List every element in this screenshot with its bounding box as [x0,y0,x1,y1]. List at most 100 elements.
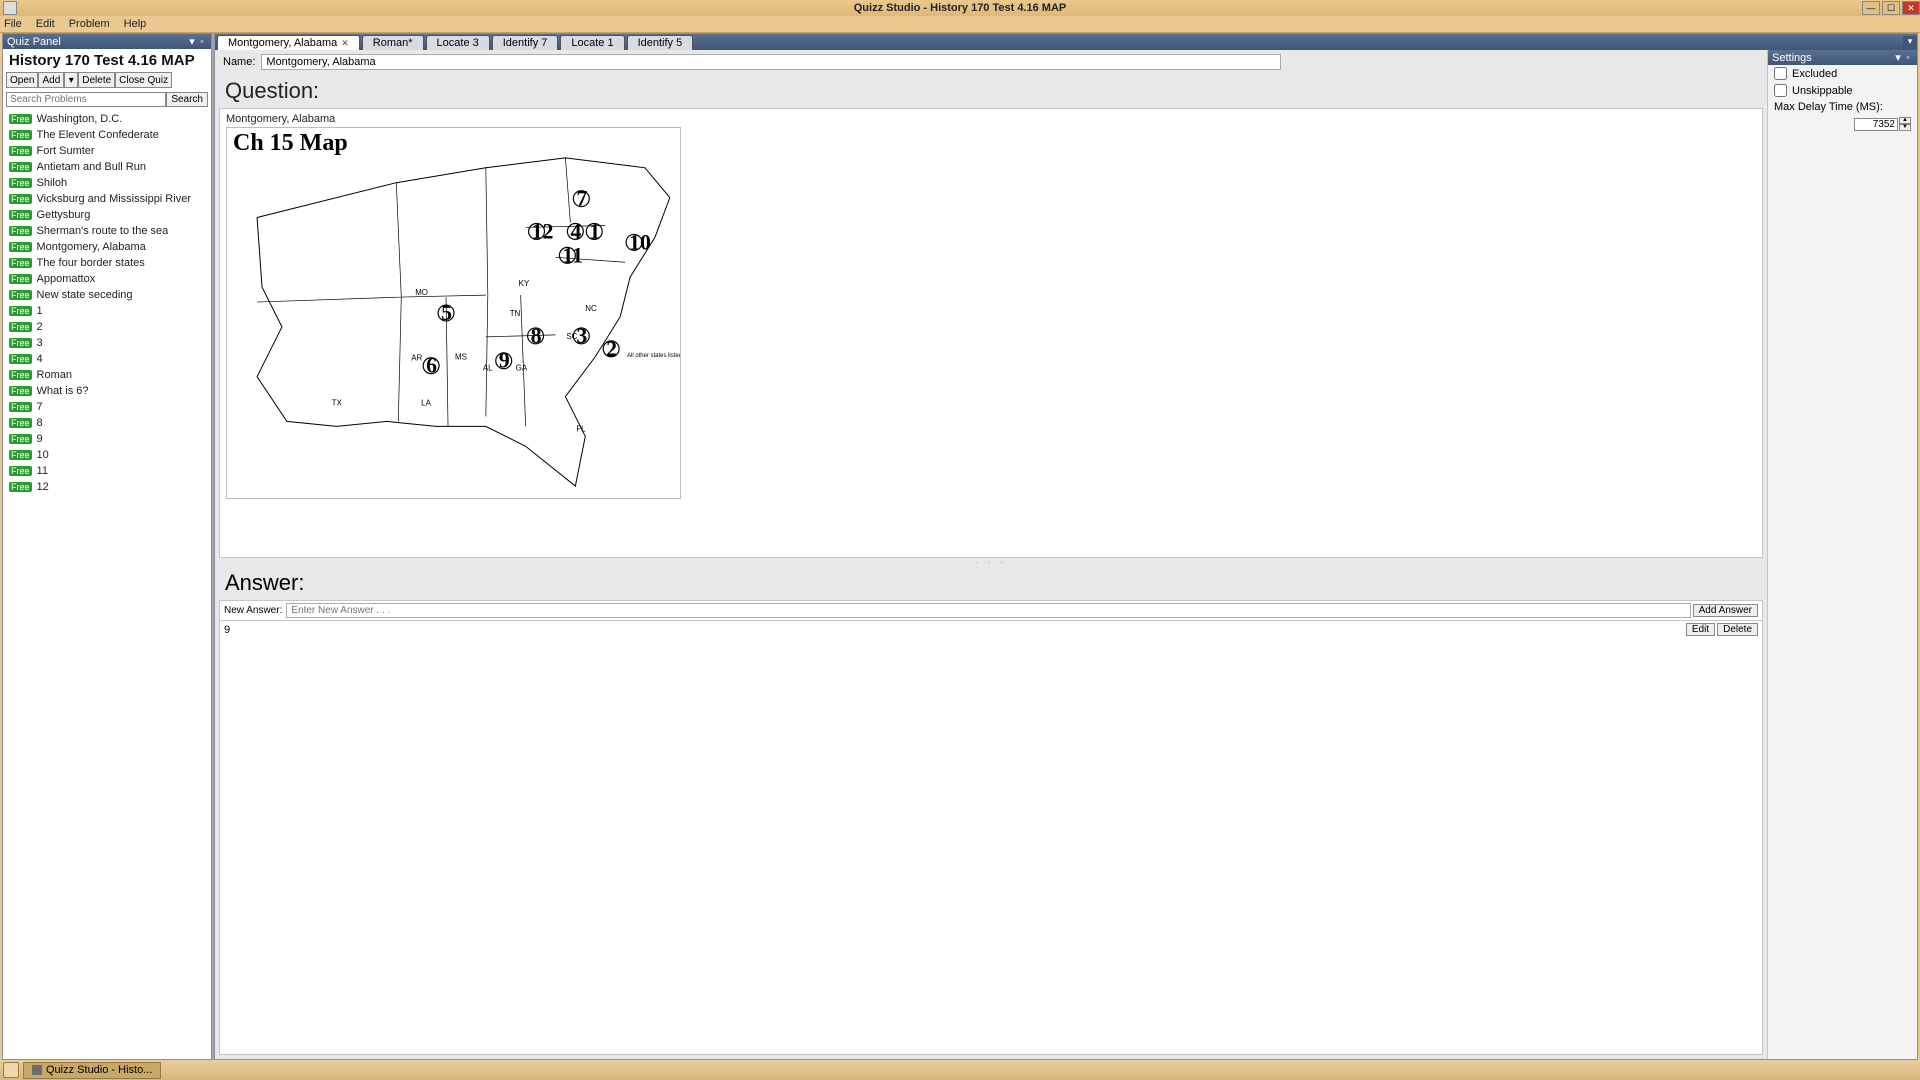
free-tag: Free [9,434,32,444]
svg-text:All other states listed: All other states listed [627,353,680,359]
svg-text:6: 6 [426,354,437,378]
delete-answer-button[interactable]: Delete [1717,623,1758,636]
list-item[interactable]: Free4 [3,351,211,367]
spin-down[interactable]: ▼ [1899,124,1911,131]
svg-text:TN: TN [510,309,521,318]
problem-label: 12 [37,481,49,493]
list-item[interactable]: FreeAppomattox [3,271,211,287]
free-tag: Free [9,386,32,396]
tab[interactable]: Identify 5 [627,35,694,50]
quiz-panel-header: Quiz Panel ▾ ◦ [3,34,211,49]
problem-label: Fort Sumter [37,145,95,157]
menu-problem[interactable]: Problem [69,18,110,30]
list-item[interactable]: FreeSherman's route to the sea [3,223,211,239]
problem-label: 9 [37,433,43,445]
list-item[interactable]: FreeMontgomery, Alabama [3,239,211,255]
free-tag: Free [9,290,32,300]
tab[interactable]: Locate 3 [426,35,490,50]
minimize-button[interactable]: — [1862,1,1880,15]
free-tag: Free [9,338,32,348]
menu-file[interactable]: File [4,18,22,30]
menubar: File Edit Problem Help [0,16,1920,33]
list-item[interactable]: FreeShiloh [3,175,211,191]
name-input[interactable] [261,54,1281,70]
list-item[interactable]: FreeNew state seceding [3,287,211,303]
list-item[interactable]: Free What is 6? [3,383,211,399]
settings-panel: Settings ▾ ◦ Excluded Unskippable Max De… [1767,50,1917,1059]
list-item[interactable]: FreeThe four border states [3,255,211,271]
list-item[interactable]: Free 3 [3,335,211,351]
problem-label: 7 [37,401,43,413]
list-item[interactable]: Free 12 [3,479,211,495]
problem-label: Antietam and Bull Run [37,161,146,173]
list-item[interactable]: FreeRoman [3,367,211,383]
spin-up[interactable]: ▲ [1899,117,1911,124]
svg-text:NC: NC [585,304,597,313]
open-button[interactable]: Open [6,72,38,88]
svg-text:5: 5 [441,301,452,325]
problem-label: Gettysburg [37,209,91,221]
start-button[interactable] [3,1062,19,1078]
menu-edit[interactable]: Edit [36,18,55,30]
pin-icon[interactable]: ◦ [1903,52,1913,64]
free-tag: Free [9,210,32,220]
svg-text:LA: LA [421,399,431,408]
problem-label: 3 [37,337,43,349]
splitter-handle[interactable]: · · · [215,558,1767,566]
problem-label: Appomattox [37,273,96,285]
list-item[interactable]: FreeFort Sumter [3,143,211,159]
tab[interactable]: Montgomery, Alabama✕ [217,35,360,50]
svg-text:7: 7 [576,187,587,211]
problem-label: What is 6? [37,385,89,397]
delete-button[interactable]: Delete [78,72,115,88]
pin-icon[interactable]: ◦ [197,36,207,48]
menu-help[interactable]: Help [124,18,147,30]
list-item[interactable]: Free2 [3,319,211,335]
search-input[interactable] [6,92,166,107]
problem-label: The Elevent Confederate [37,129,159,141]
tab[interactable]: Locate 1 [560,35,624,50]
window-title: Quizz Studio - History 170 Test 4.16 MAP [854,2,1067,14]
app-icon [3,1,17,15]
list-item[interactable]: FreeWashington, D.C. [3,111,211,127]
list-item[interactable]: Free Gettysburg [3,207,211,223]
problem-label: 10 [37,449,49,461]
maximize-button[interactable]: ☐ [1882,1,1900,15]
edit-answer-button[interactable]: Edit [1686,623,1715,636]
svg-text:3: 3 [576,324,587,348]
unskippable-label: Unskippable [1792,85,1853,97]
add-button[interactable]: Add [38,72,64,88]
free-tag: Free [9,306,32,316]
tab-overflow[interactable]: ▾ [1903,36,1917,50]
taskbar: Quizz Studio - Histo... [0,1060,1920,1080]
problem-label: Vicksburg and Mississippi River [37,193,191,205]
excluded-checkbox[interactable] [1774,67,1787,80]
close-quiz-button[interactable]: Close Quiz [115,72,172,88]
tab[interactable]: Identify 7 [492,35,559,50]
search-button[interactable]: Search [166,92,208,107]
quiz-title: History 170 Test 4.16 MAP [3,49,211,72]
list-item[interactable]: Free1 [3,303,211,319]
list-item[interactable]: FreeThe Elevent Confederate [3,127,211,143]
list-item[interactable]: Free 9 [3,431,211,447]
list-item[interactable]: Free11 [3,463,211,479]
list-item[interactable]: Free10 [3,447,211,463]
list-item[interactable]: Free8 [3,415,211,431]
chevron-down-icon[interactable]: ▾ [1893,51,1903,64]
new-answer-input[interactable] [286,603,1690,618]
unskippable-checkbox[interactable] [1774,84,1787,97]
tab[interactable]: Roman* [362,35,424,50]
free-tag: Free [9,482,32,492]
list-item[interactable]: FreeAntietam and Bull Run [3,159,211,175]
close-icon[interactable]: ✕ [341,38,349,49]
list-item[interactable]: FreeVicksburg and Mississippi River [3,191,211,207]
taskbar-item[interactable]: Quizz Studio - Histo... [23,1062,161,1079]
list-item[interactable]: Free7 [3,399,211,415]
answer-item: 9EditDelete [220,621,1762,638]
svg-text:KY: KY [519,279,530,288]
add-dropdown[interactable]: ▾ [64,72,78,88]
add-answer-button[interactable]: Add Answer [1693,604,1758,617]
chevron-down-icon[interactable]: ▾ [187,35,197,48]
close-button[interactable]: ✕ [1902,1,1920,15]
maxdelay-input[interactable] [1854,118,1898,131]
